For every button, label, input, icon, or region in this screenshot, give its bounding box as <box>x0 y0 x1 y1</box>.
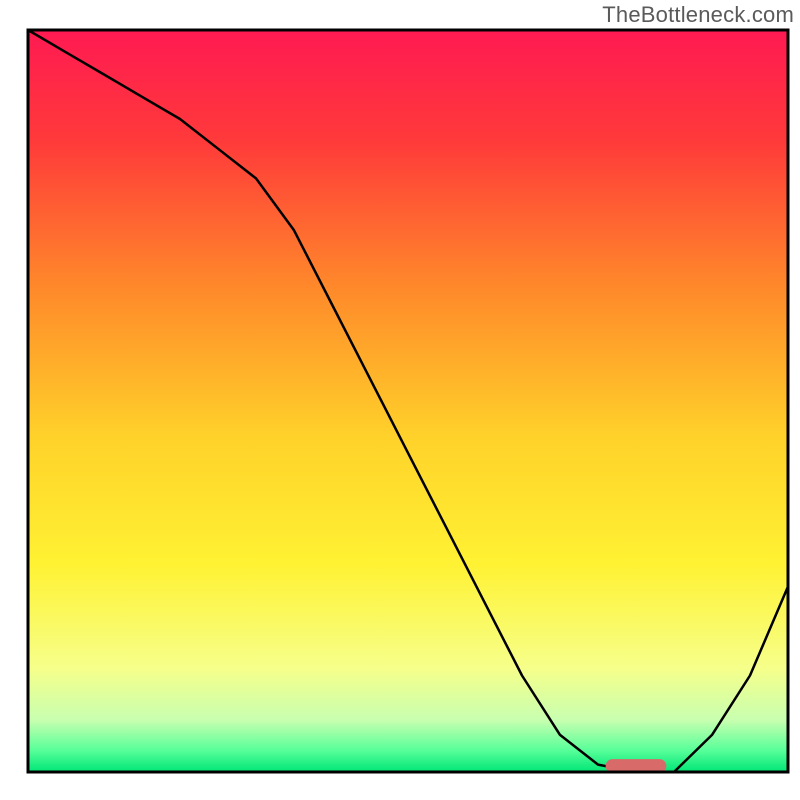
watermark-text: TheBottleneck.com <box>602 2 794 28</box>
chart-container: TheBottleneck.com <box>0 0 800 800</box>
gradient-background <box>28 30 788 772</box>
plot-area <box>28 30 788 773</box>
bottleneck-chart <box>0 0 800 800</box>
